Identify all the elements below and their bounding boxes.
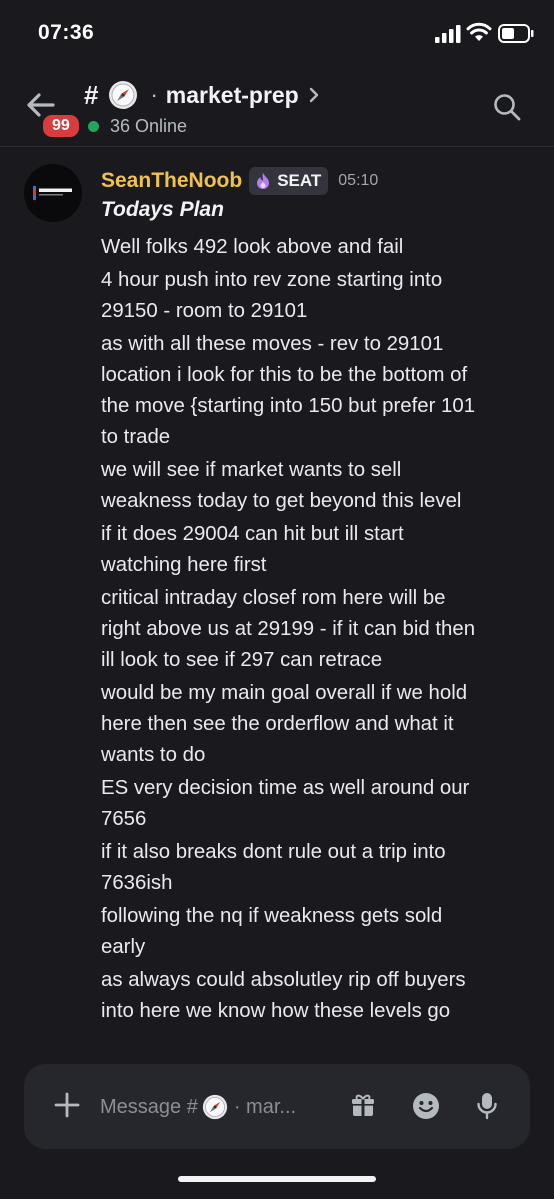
unread-badge: 99 <box>40 112 82 140</box>
channel-title[interactable]: # · market-prep <box>84 78 321 112</box>
message-title: Todays Plan <box>101 198 224 221</box>
online-indicator <box>88 121 99 132</box>
channel-name: market-prep <box>165 81 299 108</box>
message-line: 7636ish <box>101 872 173 894</box>
message-header: SeanTheNoob SEAT 05:10 <box>101 167 378 195</box>
separator-dot: · <box>150 82 158 107</box>
message-line: wants to do <box>101 744 206 766</box>
message-line: early <box>101 936 146 958</box>
status-bar: 07:36 <box>0 0 554 64</box>
message-line: 29150 - room to 29101 <box>101 300 308 322</box>
message-line: 7656 <box>101 808 147 830</box>
message-body: Well folks 492 look above and fail 4 hou… <box>101 232 531 1027</box>
role-tag[interactable]: SEAT <box>249 167 329 195</box>
search-icon[interactable] <box>492 92 522 122</box>
message-line: the move {starting into 150 but prefer 1… <box>101 395 476 417</box>
emoji-icon[interactable] <box>412 1092 440 1120</box>
username[interactable]: SeanTheNoob <box>101 169 242 193</box>
message-line: location i look for this to be the botto… <box>101 364 468 386</box>
hash-symbol: # <box>84 79 99 110</box>
message-line: weakness today to get beyond this level <box>101 490 462 512</box>
compass-icon <box>109 81 138 109</box>
message-line: following the nq if weakness gets sold <box>101 905 443 927</box>
online-count: 36 Online <box>110 116 188 136</box>
message-line: would be my main goal overall if we hold <box>101 682 468 704</box>
message-line: right above us at 29199 - if it can bid … <box>101 618 476 640</box>
message-timestamp: 05:10 <box>338 172 379 189</box>
message-line: watching here first <box>101 554 267 576</box>
message-input[interactable]: Message # · mar... <box>100 1092 296 1122</box>
message-line: 4 hour push into rev zone starting into <box>101 269 443 291</box>
message-line: ill look to see if 297 can retrace <box>101 649 383 671</box>
placeholder-suffix: · mar... <box>233 1095 297 1118</box>
battery-icon <box>498 24 534 43</box>
home-indicator[interactable] <box>178 1176 376 1182</box>
message-line: as always could absolutley rip off buyer… <box>101 969 466 991</box>
online-status: 36 Online <box>88 116 187 137</box>
message-line: ES very decision time as well around our <box>101 777 470 799</box>
message-line: critical intraday closef rom here will b… <box>101 587 446 609</box>
gift-icon[interactable] <box>350 1092 376 1118</box>
wifi-icon <box>466 22 492 41</box>
message-line: here then see the orderflow and what it <box>101 713 454 735</box>
plus-icon[interactable] <box>54 1092 80 1118</box>
mic-icon[interactable] <box>476 1091 498 1121</box>
message-line: to trade <box>101 426 171 448</box>
chevron-right-icon <box>309 87 318 103</box>
message-line: if it also breaks dont rule out a trip i… <box>101 841 446 863</box>
scroll-fade <box>0 1040 554 1064</box>
message-line: into here we know how these levels go <box>101 1000 451 1022</box>
avatar[interactable] <box>24 164 82 222</box>
message-line: if it does 29004 can hit but ill start <box>101 523 404 545</box>
role-label: SEAT <box>277 171 322 190</box>
placeholder-prefix: Message # <box>100 1095 198 1118</box>
channel-header: 99 # · market-prep 36 Online <box>0 66 554 147</box>
cellular-signal-icon <box>435 25 461 43</box>
message-line: we will see if market wants to sell <box>101 459 402 481</box>
message-line: as with all these moves - rev to 29101 <box>101 333 444 355</box>
status-time: 07:36 <box>38 21 95 44</box>
message-line: Well folks 492 look above and fail <box>101 236 404 258</box>
compass-icon <box>202 1094 227 1120</box>
flame-icon <box>257 173 270 189</box>
